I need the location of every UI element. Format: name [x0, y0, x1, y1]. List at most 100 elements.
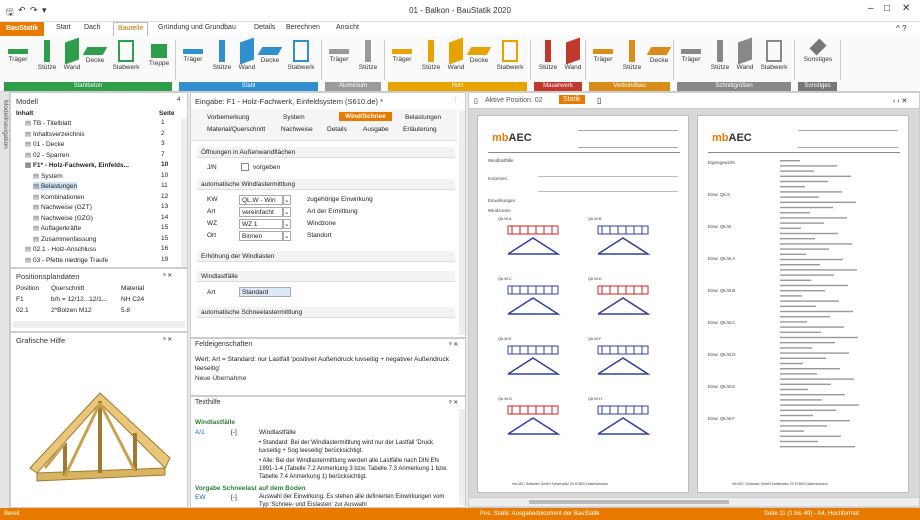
preview-hscroll-thumb[interactable]: [529, 500, 729, 504]
ribbon-stahlbeton-decke-button[interactable]: Decke: [82, 40, 108, 64]
model-pin-icon[interactable]: 4: [177, 97, 180, 103]
tab-material[interactable]: Material/Querschnitt: [207, 126, 265, 133]
model-tree-item[interactable]: ▤ Nachweise (GZG): [33, 214, 93, 222]
tab-berechnen[interactable]: Berechnen: [286, 24, 320, 31]
ribbon-holz-wand-button[interactable]: Wand: [446, 37, 466, 71]
table-text-line: [780, 180, 828, 183]
ribbon-schnittgrößen-träger-button[interactable]: Träger: [677, 40, 705, 63]
ribbon-stahlbeton-träger-button[interactable]: Träger: [4, 40, 32, 63]
eingabe-pin-icon[interactable]: ⫶: [455, 97, 457, 104]
tab-belastungen[interactable]: Belastungen: [405, 114, 441, 121]
positionsplan-cell[interactable]: 02.1: [16, 307, 29, 314]
tab-ansicht[interactable]: Ansicht: [336, 24, 359, 31]
feld-pin-close-icon[interactable]: ᵠ ✕: [449, 341, 458, 348]
vorgeben-checkbox[interactable]: [241, 163, 249, 171]
positionsplan-cell[interactable]: F1: [16, 296, 24, 303]
ribbon-stahlbeton-stabwerk-button[interactable]: Stabwerk: [108, 40, 144, 71]
ribbon-verbundbau-stütze-button[interactable]: Stütze: [618, 40, 646, 71]
model-tree-item[interactable]: ▤ 03 - Pfette niedrige Traufe: [25, 256, 108, 264]
chevron-down-icon[interactable]: ⌄: [283, 195, 291, 205]
wind-field-select[interactable]: WZ 1: [239, 219, 283, 229]
grafik-pin-close-icon[interactable]: ᵠ ✕: [163, 336, 172, 343]
texthilfe-bracket2[interactable]: [-]: [231, 494, 237, 501]
minimize-button[interactable]: –: [868, 3, 874, 14]
tab-details[interactable]: Details: [327, 126, 347, 133]
model-scrollbar[interactable]: [181, 119, 187, 267]
model-tree-item[interactable]: ▤ TB - Titelblatt: [25, 119, 71, 127]
ribbon-mauerwerk-stütze-button[interactable]: Stütze: [534, 40, 562, 71]
ribbon-aluminium-träger-button[interactable]: Träger: [325, 40, 353, 63]
ribbon-schnittgrößen-wand-button[interactable]: Wand: [735, 37, 755, 71]
ribbon-schnittgrößen-stabwerk-button[interactable]: Stabwerk: [756, 40, 792, 71]
ribbon-stahl-decke-button[interactable]: Decke: [257, 40, 283, 64]
ribbon-holz-stabwerk-button[interactable]: Stabwerk: [492, 40, 528, 71]
model-tree-item[interactable]: ▤ Kombinationen: [33, 193, 84, 201]
tab-wind-schnee[interactable]: Wind/Schnee: [339, 112, 392, 121]
wind-field-select[interactable]: vereinfacht: [239, 207, 283, 217]
model-tree-item[interactable]: ▤ Belastungen: [33, 182, 78, 190]
model-tree-item[interactable]: ▤ Inhaltsverzeichnis: [25, 130, 85, 138]
ribbon-sonstiges-sonstiges-button[interactable]: Sonstiges: [798, 38, 838, 63]
ribbon-stahl-stabwerk-button[interactable]: Stabwerk: [283, 40, 319, 71]
chevron-down-icon[interactable]: ⌄: [283, 231, 291, 241]
ribbon-stahl-träger-button[interactable]: Träger: [179, 40, 207, 63]
close-button[interactable]: ✕: [902, 3, 910, 14]
positionsplan-cell[interactable]: 2*Bolzen M12: [51, 307, 91, 314]
ribbon-schnittgrößen-stütze-button[interactable]: Stütze: [706, 40, 734, 71]
ribbon-holz-decke-button[interactable]: Decke: [466, 40, 492, 64]
eingabe-scrollbar[interactable]: [459, 111, 465, 335]
ribbon-stahlbeton-wand-button[interactable]: Wand: [62, 37, 82, 71]
ribbon-stahlbeton-treppe-button[interactable]: Treppe: [145, 40, 173, 67]
ribbon-holz-stütze-button[interactable]: Stütze: [417, 40, 445, 71]
wind-field-select[interactable]: Binnen: [239, 231, 283, 241]
ribbon-verbundbau-decke-button[interactable]: Decke: [646, 40, 672, 64]
model-tree-item[interactable]: ▤ 01 - Decke: [25, 140, 64, 148]
tab-dach[interactable]: Dach: [84, 24, 100, 31]
preview-tab-statik[interactable]: Statik: [559, 95, 585, 104]
model-tree-item[interactable]: ▤ F1* - Holz-Fachwerk, Einfelds...: [25, 161, 129, 169]
ribbon-mauerwerk-wand-button[interactable]: Wand: [563, 37, 583, 71]
tab-gruendung[interactable]: Gründung und Grundbau: [158, 24, 236, 31]
model-tree-item[interactable]: ▤ Nachweise (GZT): [33, 203, 92, 211]
chevron-down-icon[interactable]: ⌄: [283, 219, 291, 229]
positionsplan-cell[interactable]: NH C24: [121, 296, 144, 303]
art-select[interactable]: Standard: [239, 287, 291, 297]
preview-newpage-icon[interactable]: ▯: [597, 96, 601, 105]
maximize-button[interactable]: □: [884, 3, 890, 14]
help-icon[interactable]: ^ ?: [896, 24, 906, 33]
ribbon-stahl-stütze-button[interactable]: Stütze: [208, 40, 236, 71]
model-tree-label: Zusammenfassung: [40, 235, 97, 243]
wind-field-select[interactable]: QL.W - Win: [239, 195, 283, 205]
tab-nachweise[interactable]: Nachweise: [281, 126, 313, 133]
texthilfe-bracket[interactable]: [-]: [231, 429, 237, 436]
positionsplan-pin-close-icon[interactable]: ᵠ ✕: [163, 272, 172, 279]
positionsplan-cell[interactable]: 5.8: [121, 307, 130, 314]
preview-nav-icons[interactable]: ‹ › ✕: [893, 97, 907, 105]
model-tree-item[interactable]: ▤ Zusammenfassung: [33, 235, 96, 243]
tab-details[interactable]: Details: [254, 24, 275, 31]
ribbon-verbundbau-träger-button[interactable]: Träger: [589, 40, 617, 63]
tab-vorbemerkung[interactable]: Vorbemerkung: [207, 114, 249, 121]
tab-erlaeuterung[interactable]: Erläuterung: [403, 126, 437, 133]
positionsplan-cell[interactable]: b/h = 12/12...12/1...: [51, 296, 107, 303]
model-tree-item[interactable]: ▤ 02.1 - Holz-Anschluss: [25, 245, 96, 253]
preview-hscroll[interactable]: [469, 497, 919, 506]
tab-baustatik[interactable]: BauStatik: [0, 22, 45, 36]
chevron-down-icon[interactable]: ⌄: [283, 207, 291, 217]
feld-link[interactable]: Neue Übernahme: [195, 375, 246, 382]
texthilfe-pin-close-icon[interactable]: ᵠ ✕: [449, 399, 458, 406]
side-tab-modellnavigation[interactable]: Modellnavigation: [2, 100, 9, 149]
tab-start[interactable]: Start: [56, 24, 71, 31]
texthilfe-scrollbar[interactable]: [459, 409, 465, 505]
model-tree-item[interactable]: ▤ System: [33, 172, 63, 180]
ribbon-aluminium-stütze-button[interactable]: Stütze: [354, 40, 382, 71]
ribbon-holz-träger-button[interactable]: Träger: [388, 40, 416, 63]
ribbon-stahlbeton-stütze-button[interactable]: Stütze: [33, 40, 61, 71]
tab-ausgabe[interactable]: Ausgabe: [363, 126, 389, 133]
positionsplan-hscroll[interactable]: [13, 321, 185, 328]
tab-bauteile[interactable]: Bauteile: [113, 22, 149, 36]
model-tree-item[interactable]: ▤ 02 - Sparren: [25, 151, 69, 159]
ribbon-stahl-wand-button[interactable]: Wand: [237, 37, 257, 71]
tab-system[interactable]: System: [283, 114, 305, 121]
model-tree-item[interactable]: ▤ Auflagerkräfte: [33, 224, 81, 232]
